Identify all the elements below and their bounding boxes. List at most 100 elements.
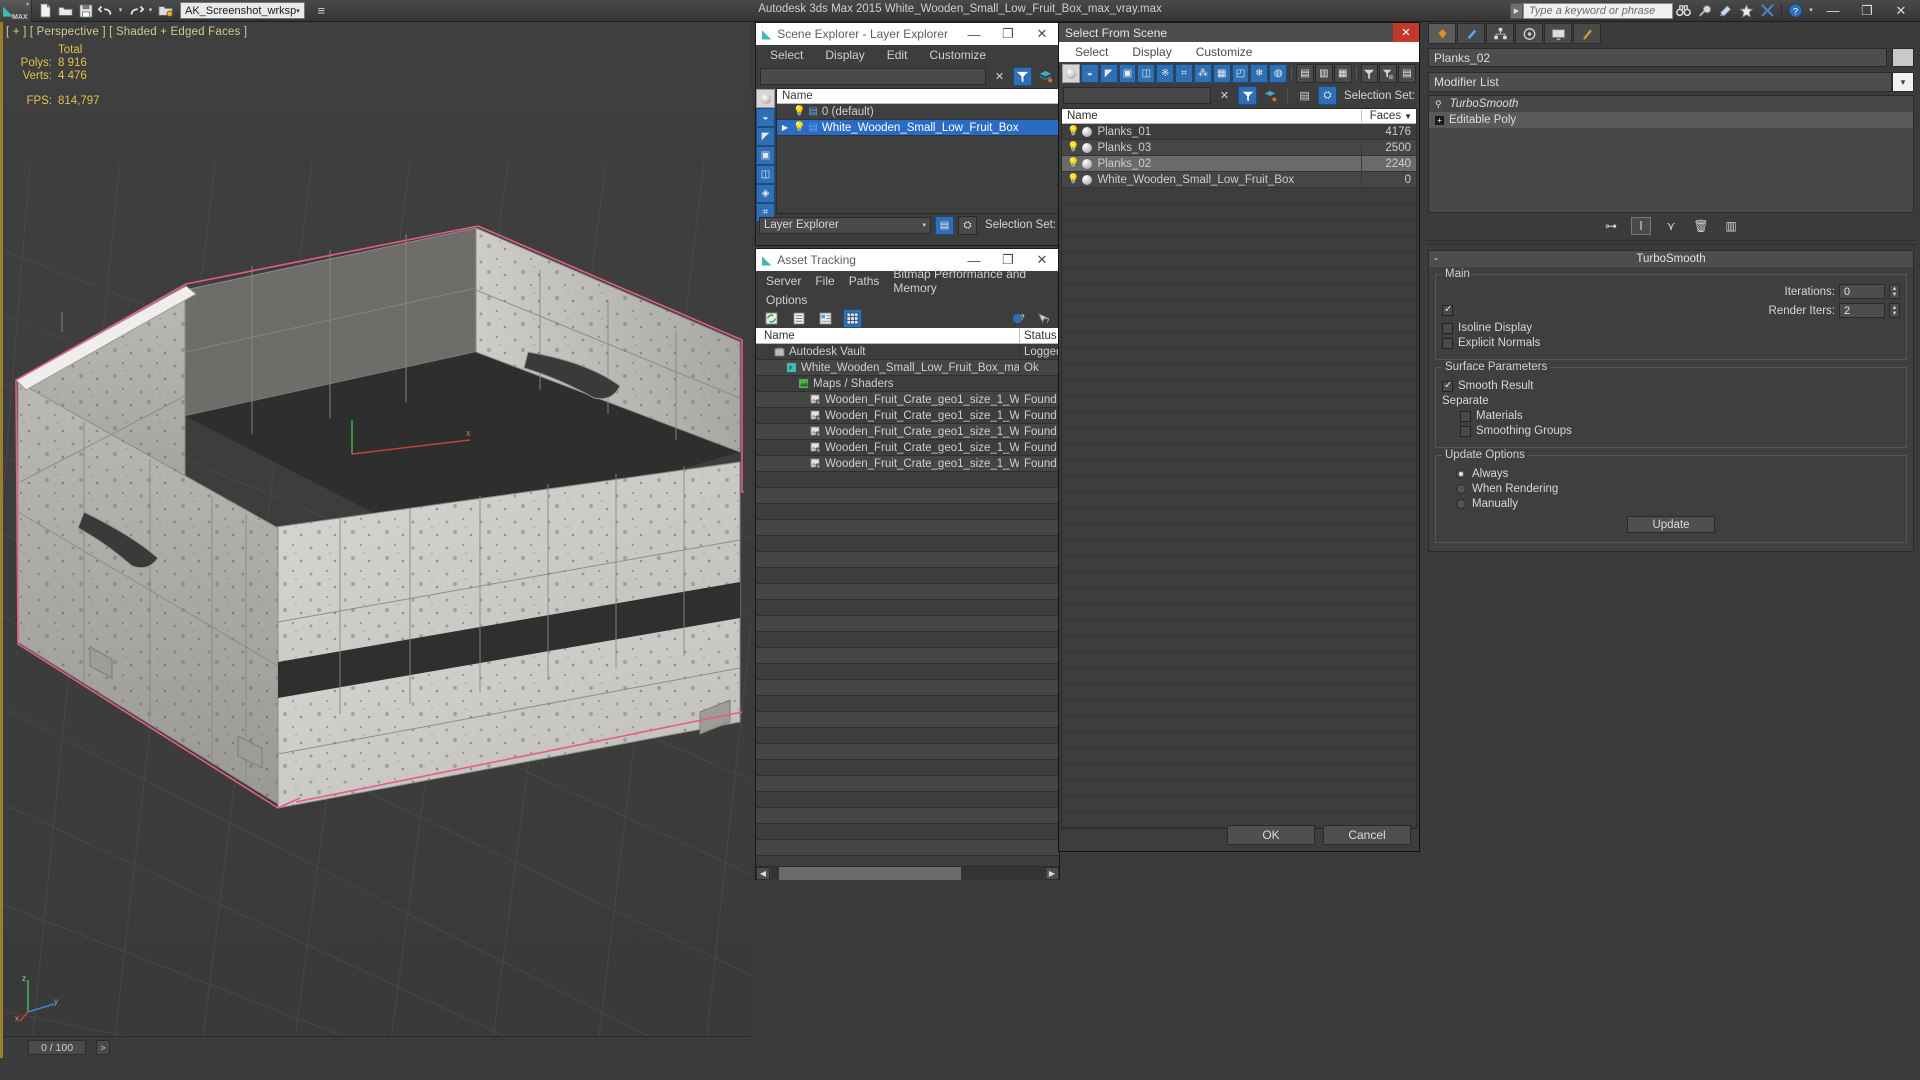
chevron-down-icon[interactable]: ▾ [1892,72,1914,92]
asset-menu-bitmap[interactable]: Bitmap Performance and Memory [893,267,1059,295]
open-folder-icon[interactable] [56,1,75,20]
workspace-dropdown-arrow[interactable]: ▾ [296,7,300,15]
filter-groups-icon[interactable]: ▦ [1212,64,1231,83]
scroll-left-arrow-icon[interactable]: ◀ [756,867,770,880]
workspace-selector[interactable]: AK_Screenshot_wrksp ▾ [180,2,305,19]
asset-tracking-row[interactable]: Wooden_Fruit_Crate_geo1_size_1_White_N..… [756,440,1059,456]
select-from-scene-list[interactable]: Name Faces ▼ 💡 Planks_01 4176 💡 Planks_03 250… [1061,108,1417,829]
radio-when-rendering[interactable] [1456,484,1466,494]
filter-shapes-icon[interactable]: ◒ [756,108,775,127]
radio-always[interactable] [1456,469,1466,479]
update-option-always[interactable]: Always [1456,468,1900,480]
viewport-label[interactable]: [ + ] [ Perspective ] [ Shaded + Edged F… [6,26,247,38]
asset-menu-paths[interactable]: Paths [849,274,880,288]
expand-arrow-icon[interactable]: ▶ [777,123,793,132]
help-dropdown-arrow[interactable]: ▾ [1806,1,1816,20]
qat-overflow-icon[interactable]: ≡ [312,1,331,20]
filter-helpers-icon[interactable]: ◫ [1137,64,1156,83]
tab-display[interactable] [1544,23,1572,44]
render-iters-checkbox[interactable] [1442,304,1453,316]
isoline-display-checkbox[interactable] [1442,322,1453,334]
sfs-column-faces[interactable]: Faces ▼ [1361,110,1416,122]
next-frame-button[interactable]: > [96,1040,110,1055]
modifier-stack-item-editable-poly[interactable]: + Editable Poly [1429,112,1913,128]
filter-particles-icon[interactable]: ⁂ [1193,64,1212,83]
isoline-display-row[interactable]: Isoline Display [1442,322,1900,334]
filter-hidden-icon[interactable]: ◍ [1269,64,1288,83]
sfs-table-row[interactable]: 💡 Planks_03 2500 [1062,139,1416,156]
separate-smoothing-groups-row[interactable]: Smoothing Groups [1460,425,1900,437]
scene-explorer-minimize-icon[interactable]: — [957,23,991,45]
minimize-icon[interactable]: — [1816,0,1850,22]
clear-filter-icon[interactable]: ✕ [1215,86,1234,105]
turbosmooth-rollout[interactable]: - TurboSmooth Main Iterations: 0 ▲▼ Rend… [1428,250,1914,552]
filter-funnel-icon[interactable] [1238,86,1258,105]
smooth-result-checkbox[interactable] [1442,380,1453,392]
scene-explorer-menu-edit[interactable]: Edit [887,48,908,62]
asset-tracking-row[interactable]: Wooden_Fruit_Crate_geo1_size_1_White_D..… [756,392,1059,408]
sfs-table-row[interactable]: 💡 Planks_01 4176 [1062,123,1416,140]
select-from-scene-titlebar[interactable]: Select From Scene ✕ [1059,23,1419,42]
scene-explorer-menu-customize[interactable]: Customize [929,48,986,62]
modifier-toggle-icon[interactable]: ⚲ [1435,99,1442,110]
help-icon[interactable]: ? [1785,1,1806,21]
layer-view-toggle-icon[interactable]: ▤ [935,215,955,235]
logo-dropdown-arrow[interactable]: ▾ [26,1,29,8]
set-project-icon[interactable] [156,1,175,20]
column-settings-icon[interactable]: ▤ [1398,64,1417,83]
scene-explorer-filter-input[interactable] [760,68,986,85]
filter-spacewarps-icon[interactable]: ◈ [756,184,775,203]
update-option-when-rendering[interactable]: When Rendering [1456,483,1900,495]
remove-modifier-icon[interactable]: 🗑 [1691,217,1711,235]
layer-lightbulb-icon[interactable]: 💡 [793,122,805,133]
funnel-filter-icon[interactable] [1360,64,1379,83]
filter-frozen-icon[interactable]: ❄ [1250,64,1269,83]
object-lightbulb-icon[interactable]: 💡 [1067,158,1079,169]
asset-menu-options[interactable]: Options [766,293,807,307]
tab-hierarchy[interactable] [1486,23,1514,44]
sfs-filter-input[interactable] [1063,87,1212,104]
exchange-icon[interactable] [1757,1,1778,21]
pin-stack-icon[interactable]: ⊶ [1601,217,1621,235]
asset-tracking-row[interactable]: Maps / Shaders [756,376,1059,392]
scene-explorer-row-selected[interactable]: ▶ 💡 ▤ White_Wooden_Small_Low_Fruit_Box [777,120,1058,136]
layer-stack-icon[interactable] [1261,86,1280,105]
asset-tracking-row[interactable]: Wooden_Fruit_Crate_geo1_size_1_White_F..… [756,408,1059,424]
filter-cameras-icon[interactable]: ▣ [1118,64,1137,83]
clear-filter-icon[interactable]: ✕ [990,67,1009,86]
layer-view-toggle-icon[interactable]: ▤ [1295,86,1314,105]
layer-lightbulb-icon[interactable]: 💡 [793,106,805,117]
scene-explorer-close-icon[interactable]: ✕ [1025,23,1059,45]
binoculars-icon[interactable] [1673,1,1694,21]
scene-explorer-menu-select[interactable]: Select [770,48,803,62]
layer-stack-icon[interactable] [1036,67,1055,86]
scroll-thumb[interactable] [779,867,961,880]
advanced-filter-icon[interactable] [1379,64,1398,83]
separate-smoothing-groups-checkbox[interactable] [1460,425,1471,437]
sfs-table-row[interactable]: 💡 Planks_02 2240 [1062,155,1416,172]
table-view-icon[interactable] [843,308,862,328]
sfs-menu-display[interactable]: Display [1132,45,1171,59]
hierarchy-view-toggle-icon[interactable]: ⛭ [958,215,978,235]
refresh-icon[interactable] [762,309,781,328]
ok-button[interactable]: OK [1227,825,1315,845]
tab-motion[interactable] [1515,23,1543,44]
current-frame-field[interactable]: 0 / 100 [28,1040,86,1055]
show-end-result-icon[interactable]: Ⅰ [1631,217,1651,235]
sfs-column-name[interactable]: Name [1062,110,1361,122]
save-icon[interactable] [76,1,95,20]
tab-modify[interactable] [1457,23,1485,44]
filter-lights-icon[interactable]: ◤ [756,127,775,146]
undo-dropdown-arrow[interactable]: ▾ [116,1,125,20]
tab-utilities[interactable] [1573,23,1601,44]
display-invert-icon[interactable]: ▦ [1333,64,1352,83]
scene-explorer-menu-display[interactable]: Display [825,48,864,62]
new-file-icon[interactable] [36,1,55,20]
asset-tracking-hscrollbar[interactable]: ◀ ▶ [756,866,1059,880]
context-help-icon[interactable]: ? [1034,309,1053,328]
turbosmooth-rollout-header[interactable]: - TurboSmooth [1429,251,1913,267]
separate-materials-checkbox[interactable] [1460,410,1471,422]
cancel-button[interactable]: Cancel [1323,825,1411,845]
chevron-down-icon[interactable]: ▾ [923,221,927,229]
modifier-stack[interactable]: ⚲ TurboSmooth + Editable Poly [1428,95,1914,213]
